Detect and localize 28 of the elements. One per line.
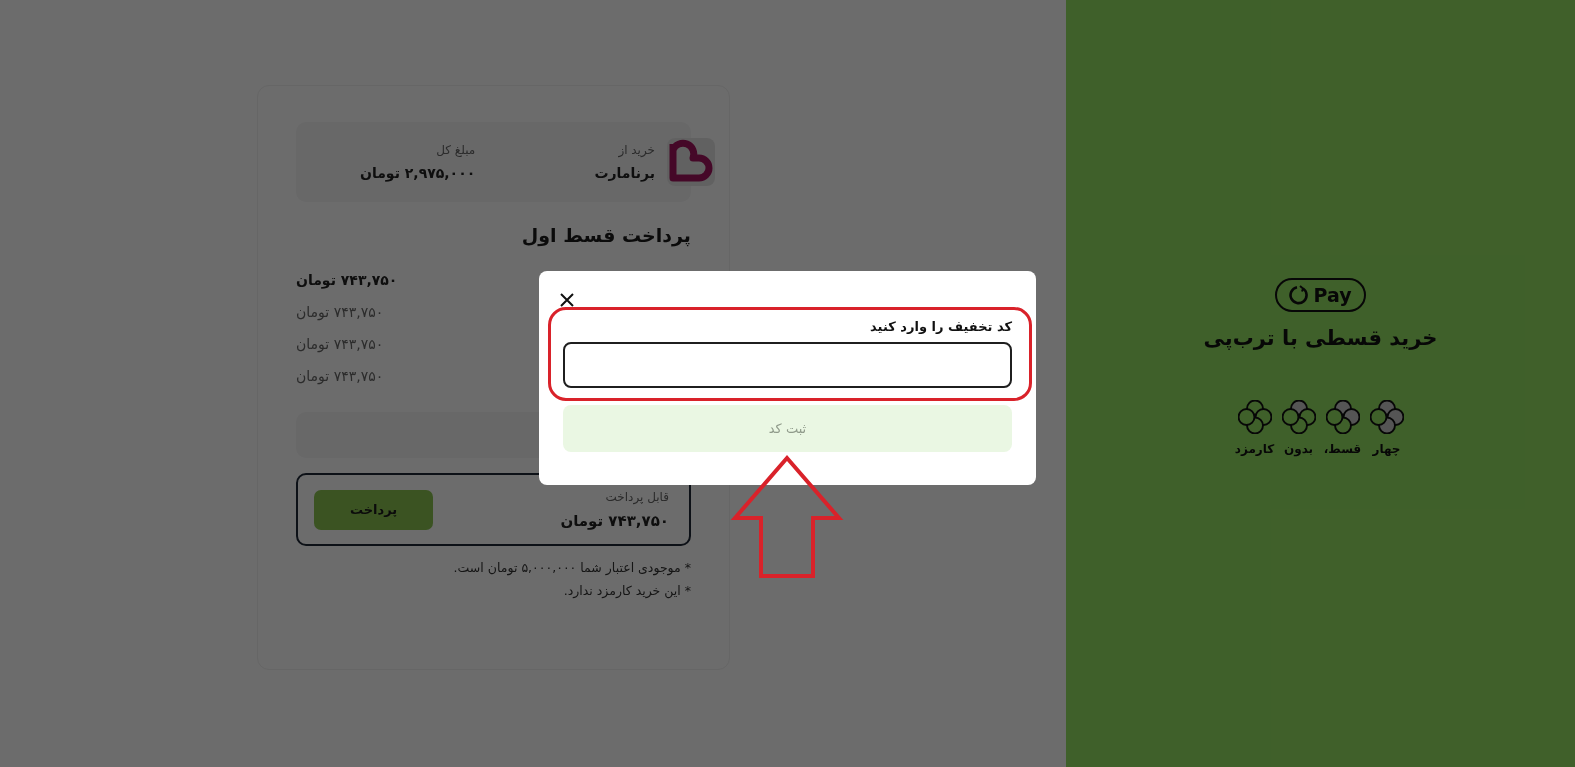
total-label: مبلغ کل (435, 143, 476, 157)
section-title: پرداخت قسط اول (520, 224, 691, 246)
store-logo-icon (667, 138, 715, 186)
installment-amount: ۷۴۳,۷۵۰ تومان (296, 336, 384, 352)
installment-amount: ۷۴۳,۷۵۰ تومان (296, 304, 384, 320)
clover-icon (1281, 400, 1316, 434)
pay-button[interactable]: پرداخت (314, 489, 433, 530)
installment-amount: ۷۴۳,۷۵۰ تومان (296, 368, 384, 384)
field-label: کد تخفیف را وارد کنید (869, 319, 1012, 334)
pay-logo-text: Pay (1313, 284, 1352, 306)
step-label: بدون (1283, 442, 1314, 456)
merchant-name: برنامارت (594, 165, 655, 181)
merchant-label: خرید از (617, 143, 655, 157)
installment-amount: ۷۴۳,۷۵۰ تومان (296, 272, 398, 288)
code-input-field[interactable] (563, 342, 1012, 388)
clover-icon (1369, 400, 1404, 434)
note-text: * این خرید کارمزد ندارد. (562, 583, 691, 598)
refresh-icon (1289, 285, 1310, 305)
payable-label: قابل پرداخت (604, 489, 669, 504)
clover-icon (1237, 400, 1272, 434)
step-label: چهار (1372, 442, 1401, 456)
note-text: * موجودی اعتبار شما ۵,۰۰۰,۰۰۰ تومان است. (452, 560, 691, 575)
promo-title: خرید قسطی با ترب‌پی (1203, 326, 1438, 350)
clover-icon (1325, 400, 1360, 434)
step-label: قسط، (1323, 442, 1362, 456)
step-label: کارمزد (1234, 442, 1275, 456)
total-amount: ۲,۹۷۵,۰۰۰ تومان (360, 165, 476, 181)
payable-amount: ۷۴۳,۷۵۰ تومان (560, 511, 669, 530)
